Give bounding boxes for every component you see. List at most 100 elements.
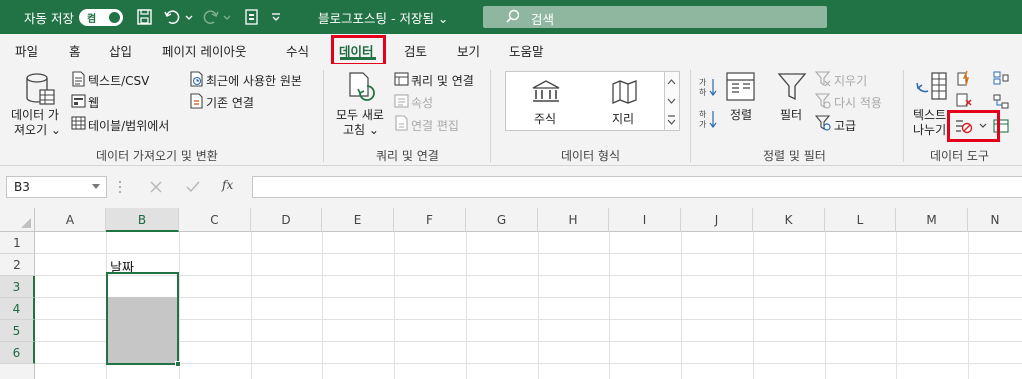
redo-icon[interactable] <box>202 9 220 25</box>
column-header-h[interactable]: H <box>538 208 609 232</box>
name-box[interactable]: B3 <box>6 176 107 198</box>
row-header-3[interactable]: 3 <box>0 276 35 298</box>
tab-view[interactable]: 보기 <box>457 41 480 60</box>
text-csv-button[interactable]: 텍스트/CSV <box>88 72 149 89</box>
svg-text:하: 하 <box>699 109 707 119</box>
column-header-m[interactable]: M <box>896 208 968 232</box>
stocks-button[interactable]: 주식 <box>534 110 556 127</box>
sort-button[interactable]: 정렬 <box>730 106 752 123</box>
reapply-button[interactable]: 다시 적용 <box>834 94 882 111</box>
save-icon[interactable] <box>136 9 154 25</box>
column-header-i[interactable]: I <box>609 208 681 232</box>
refresh-all-label-2[interactable]: 고침 ⌄ <box>343 121 379 138</box>
get-data-label-2[interactable]: 져오기 ⌄ <box>14 121 61 138</box>
column-header-k[interactable]: K <box>753 208 825 232</box>
worksheet-grid[interactable]: A B C D E F G H I J K L M N 1 2 3 4 5 6 … <box>0 208 1022 379</box>
get-data-group-label: 데이터 가져오기 및 변환 <box>96 149 218 163</box>
map-icon <box>612 80 637 104</box>
selected-range[interactable] <box>106 272 179 365</box>
menu-tabs: 파일 홈 삽입 페이지 레이아웃 수식 데이터 검토 보기 도움말 <box>0 34 1022 64</box>
column-header-e[interactable]: E <box>322 208 394 232</box>
undo-dropdown-icon[interactable] <box>184 9 194 25</box>
existing-connections-icon <box>190 93 203 109</box>
column-header-a[interactable]: A <box>35 208 106 232</box>
customize-toolbar-icon[interactable] <box>270 9 282 25</box>
formula-input[interactable] <box>252 176 1022 198</box>
row-header-4[interactable]: 4 <box>0 298 35 320</box>
fill-handle[interactable] <box>175 361 181 367</box>
enter-check-icon[interactable] <box>186 181 200 193</box>
recent-sources-button[interactable]: 최근에 사용한 원본 <box>206 72 302 89</box>
autosave-toggle[interactable]: 켬 <box>79 9 123 26</box>
clear-button[interactable]: 지우기 <box>834 72 867 89</box>
consolidate-icon[interactable] <box>993 70 1009 86</box>
data-tools-group-label: 데이터 도구 <box>930 149 990 163</box>
column-header-c[interactable]: C <box>179 208 251 232</box>
data-tab-highlight <box>331 35 386 66</box>
column-header-n[interactable]: N <box>968 208 1022 232</box>
row-header-2[interactable]: 2 <box>0 254 35 276</box>
document-title[interactable]: 블로그포스팅 - 저장됨 ⌄ <box>318 0 448 34</box>
grid-line <box>825 232 826 379</box>
select-all-triangle-icon <box>21 218 31 228</box>
get-data-icon <box>26 73 55 105</box>
row-header-6[interactable]: 6 <box>0 342 35 364</box>
tab-home[interactable]: 홈 <box>69 41 81 60</box>
table-range-button[interactable]: 테이블/범위에서 <box>88 117 169 134</box>
insert-function-button[interactable]: fx <box>222 178 233 192</box>
search-box[interactable]: 검색 <box>483 6 827 28</box>
edit-links-button[interactable]: 연결 편집 <box>411 117 459 134</box>
row-header-1[interactable]: 1 <box>0 232 35 254</box>
filter-button[interactable]: 필터 <box>780 106 802 123</box>
ribbon: 데이터 가 져오기 ⌄ 텍스트/CSV 웹 테이블/범위에서 최근에 사용한 원… <box>0 64 1022 166</box>
grid-line <box>35 275 1022 276</box>
tab-help[interactable]: 도움말 <box>509 41 544 60</box>
row-header-5[interactable]: 5 <box>0 320 35 342</box>
tab-file[interactable]: 파일 <box>15 41 38 60</box>
web-icon <box>71 94 86 108</box>
sort-za-icon[interactable]: 하 가 <box>698 108 718 130</box>
column-header-d[interactable]: D <box>251 208 322 232</box>
row-header-7[interactable] <box>0 364 35 379</box>
queries-connections-icon <box>394 72 409 86</box>
column-header-b[interactable]: B <box>106 208 179 232</box>
search-icon <box>506 9 520 23</box>
tab-insert[interactable]: 삽입 <box>109 41 132 60</box>
form-icon[interactable] <box>243 9 261 25</box>
column-header-j[interactable]: J <box>681 208 753 232</box>
edit-links-icon <box>395 115 408 131</box>
flash-fill-icon[interactable] <box>956 70 972 86</box>
advanced-button[interactable]: 고급 <box>834 117 856 134</box>
grid-line <box>466 232 467 379</box>
title-bar: 자동 저장 켬 블로그포스팅 - 저장됨 ⌄ 검색 <box>0 0 1022 34</box>
column-header-l[interactable]: L <box>825 208 896 232</box>
advanced-filter-icon <box>815 115 831 131</box>
grid-line <box>322 232 323 379</box>
group-separator <box>490 70 491 162</box>
cancel-icon[interactable] <box>150 181 162 193</box>
text-to-columns-label-2[interactable]: 나누기 <box>913 121 946 138</box>
tab-formulas[interactable]: 수식 <box>286 41 309 60</box>
formula-bar-grip-icon[interactable] <box>118 180 122 194</box>
tab-review[interactable]: 검토 <box>404 41 427 60</box>
properties-button[interactable]: 속성 <box>411 94 433 111</box>
tab-page-layout[interactable]: 페이지 레이아웃 <box>162 41 246 60</box>
select-all-corner[interactable] <box>0 208 35 232</box>
sort-az-icon[interactable]: 가 하 <box>698 76 718 98</box>
redo-dropdown-icon[interactable] <box>222 9 232 25</box>
web-button[interactable]: 웹 <box>88 94 99 111</box>
existing-connections-button[interactable]: 기존 연결 <box>206 94 254 111</box>
undo-icon[interactable] <box>163 9 181 25</box>
name-box-dropdown-icon[interactable] <box>92 184 100 190</box>
geography-button[interactable]: 지리 <box>612 110 634 127</box>
text-to-columns-icon <box>916 72 947 100</box>
column-header-f[interactable]: F <box>394 208 466 232</box>
gallery-scroll[interactable] <box>664 72 679 130</box>
column-header-g[interactable]: G <box>466 208 538 232</box>
recent-sources-icon <box>190 71 203 87</box>
remove-duplicates-icon[interactable] <box>956 92 972 108</box>
autosave-label: 자동 저장 <box>24 10 74 26</box>
queries-connections-button[interactable]: 쿼리 및 연결 <box>411 72 474 89</box>
refresh-all-icon <box>349 72 375 101</box>
relationships-icon[interactable] <box>993 94 1009 110</box>
